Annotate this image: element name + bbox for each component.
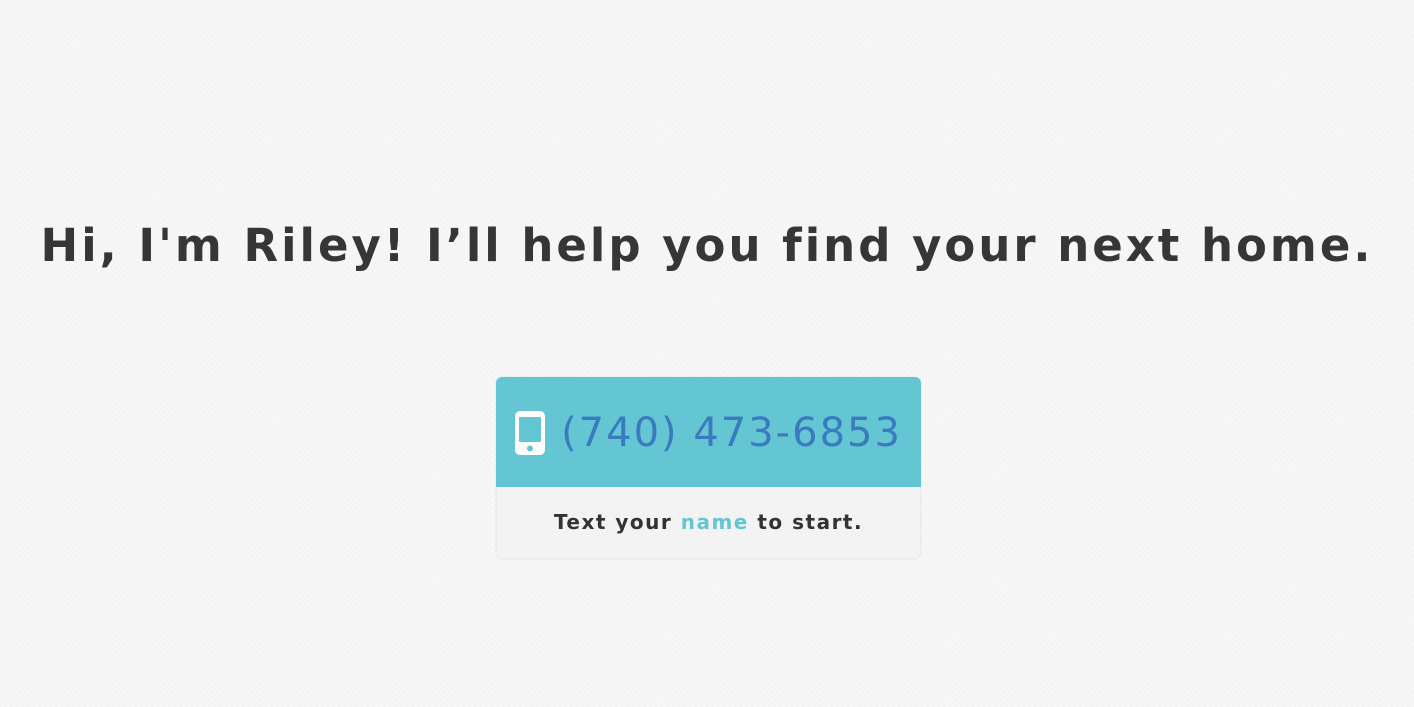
phone-number[interactable]: (740) 473-6853 xyxy=(561,410,902,456)
instruction-prefix: Text your xyxy=(553,509,681,534)
page-headline: Hi, I'm Riley! I’ll help you find your n… xyxy=(40,219,1374,272)
mobile-phone-icon xyxy=(515,411,546,455)
instruction-text: Text your name to start. xyxy=(554,510,863,534)
instruction-highlight: name xyxy=(680,509,749,534)
instruction-suffix: to start. xyxy=(748,509,864,534)
instruction-panel: Text your name to start. xyxy=(496,487,921,559)
contact-card: (740) 473-6853 Text your name to start. xyxy=(496,377,921,559)
phone-link[interactable]: (740) 473-6853 xyxy=(496,377,921,487)
